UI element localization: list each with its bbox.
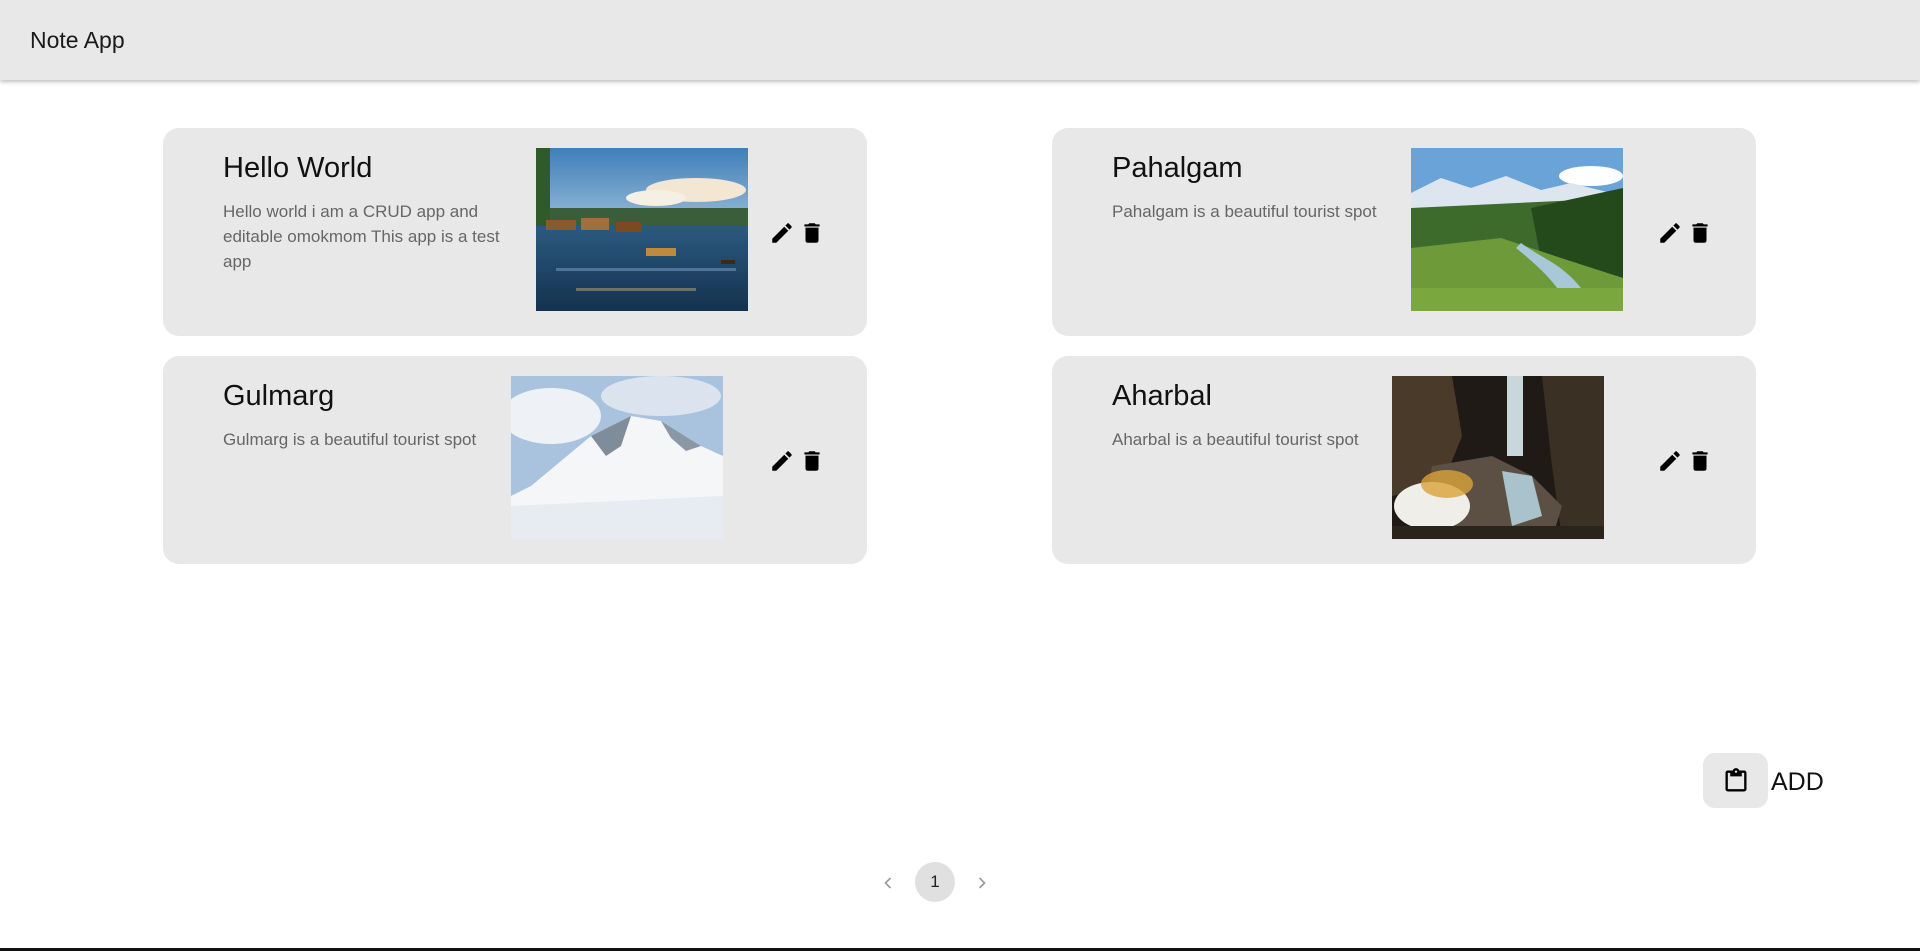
note-title: Hello World: [223, 152, 373, 184]
edit-button[interactable]: [1655, 218, 1685, 248]
note-title: Aharbal: [1112, 380, 1212, 412]
note-card: Aharbal Aharbal is a beautiful tourist s…: [1052, 356, 1756, 564]
app-bar: Note App: [0, 0, 1920, 80]
edit-button[interactable]: [767, 446, 797, 476]
delete-button[interactable]: [797, 218, 827, 248]
pagination-page-1[interactable]: 1: [915, 862, 955, 902]
trash-icon: [1692, 451, 1708, 471]
note-image: [536, 148, 748, 311]
trash-icon: [804, 451, 820, 471]
note-card: Pahalgam Pahalgam is a beautiful tourist…: [1052, 128, 1756, 336]
note-description: Gulmarg is a beautiful tourist spot: [223, 430, 477, 449]
delete-button[interactable]: [1685, 218, 1715, 248]
note-image: [1392, 376, 1604, 539]
add-label: ADD: [1771, 768, 1824, 796]
note-title: Gulmarg: [223, 380, 335, 412]
note-card: Gulmarg Gulmarg is a beautiful tourist s…: [163, 356, 867, 564]
note-image: [511, 376, 723, 539]
clipboard-icon: [1725, 767, 1746, 791]
chevron-left-icon: [884, 877, 892, 889]
add-note-button[interactable]: [1703, 753, 1768, 808]
note-title: Pahalgam: [1112, 152, 1243, 184]
trash-icon: [804, 223, 820, 243]
pagination-prev-button[interactable]: [873, 868, 903, 898]
delete-button[interactable]: [797, 446, 827, 476]
pencil-icon: [1660, 451, 1680, 471]
trash-icon: [1692, 223, 1708, 243]
note-image: [1411, 148, 1623, 311]
edit-button[interactable]: [767, 218, 797, 248]
edit-button[interactable]: [1655, 446, 1685, 476]
pagination-next-button[interactable]: [967, 868, 997, 898]
pencil-icon: [1660, 223, 1680, 243]
chevron-right-icon: [978, 877, 986, 889]
delete-button[interactable]: [1685, 446, 1715, 476]
note-description: Aharbal is a beautiful tourist spot: [1112, 430, 1359, 449]
pencil-icon: [772, 451, 792, 471]
pencil-icon: [772, 223, 792, 243]
note-card: Hello World Hello world i am a CRUD app …: [163, 128, 867, 336]
app-title: Note App: [30, 27, 125, 53]
note-description: Pahalgam is a beautiful tourist spot: [1112, 202, 1377, 221]
note-description: Hello world i am a CRUD app and editable…: [223, 202, 500, 271]
